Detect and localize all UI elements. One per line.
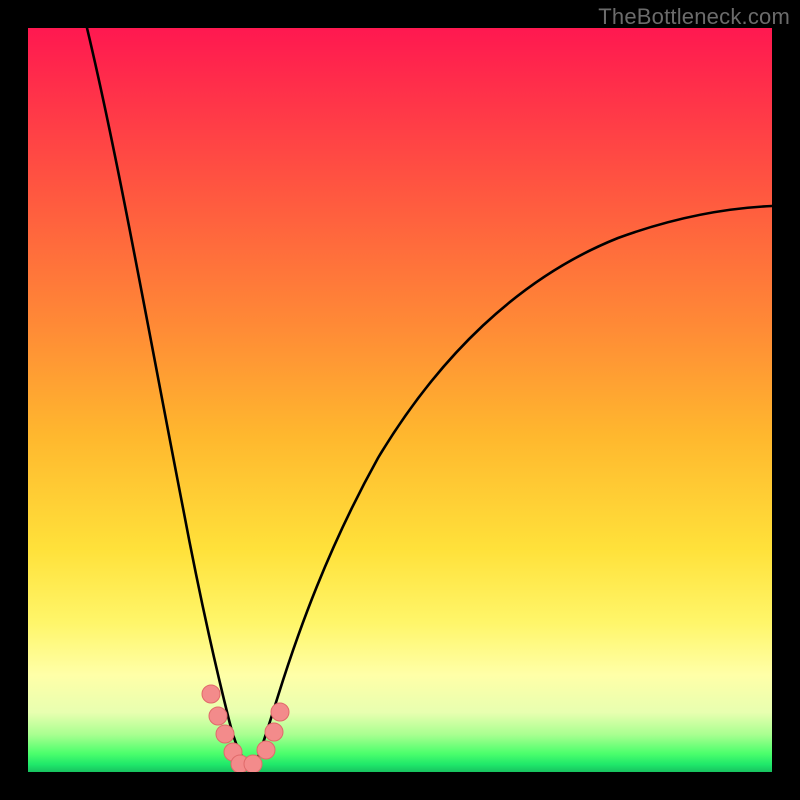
marker-dot	[271, 703, 289, 721]
marker-dot	[265, 723, 283, 741]
chart-frame: TheBottleneck.com	[0, 0, 800, 800]
marker-dot	[209, 707, 227, 725]
marker-dot	[257, 741, 275, 759]
valid-zone-markers	[202, 685, 289, 772]
curves-layer	[28, 28, 772, 772]
marker-dot	[244, 755, 262, 772]
curve-left-branch	[87, 28, 250, 768]
plot-area	[28, 28, 772, 772]
marker-dot	[216, 725, 234, 743]
watermark-text: TheBottleneck.com	[598, 4, 790, 30]
marker-dot	[202, 685, 220, 703]
curve-right-branch	[254, 206, 772, 768]
